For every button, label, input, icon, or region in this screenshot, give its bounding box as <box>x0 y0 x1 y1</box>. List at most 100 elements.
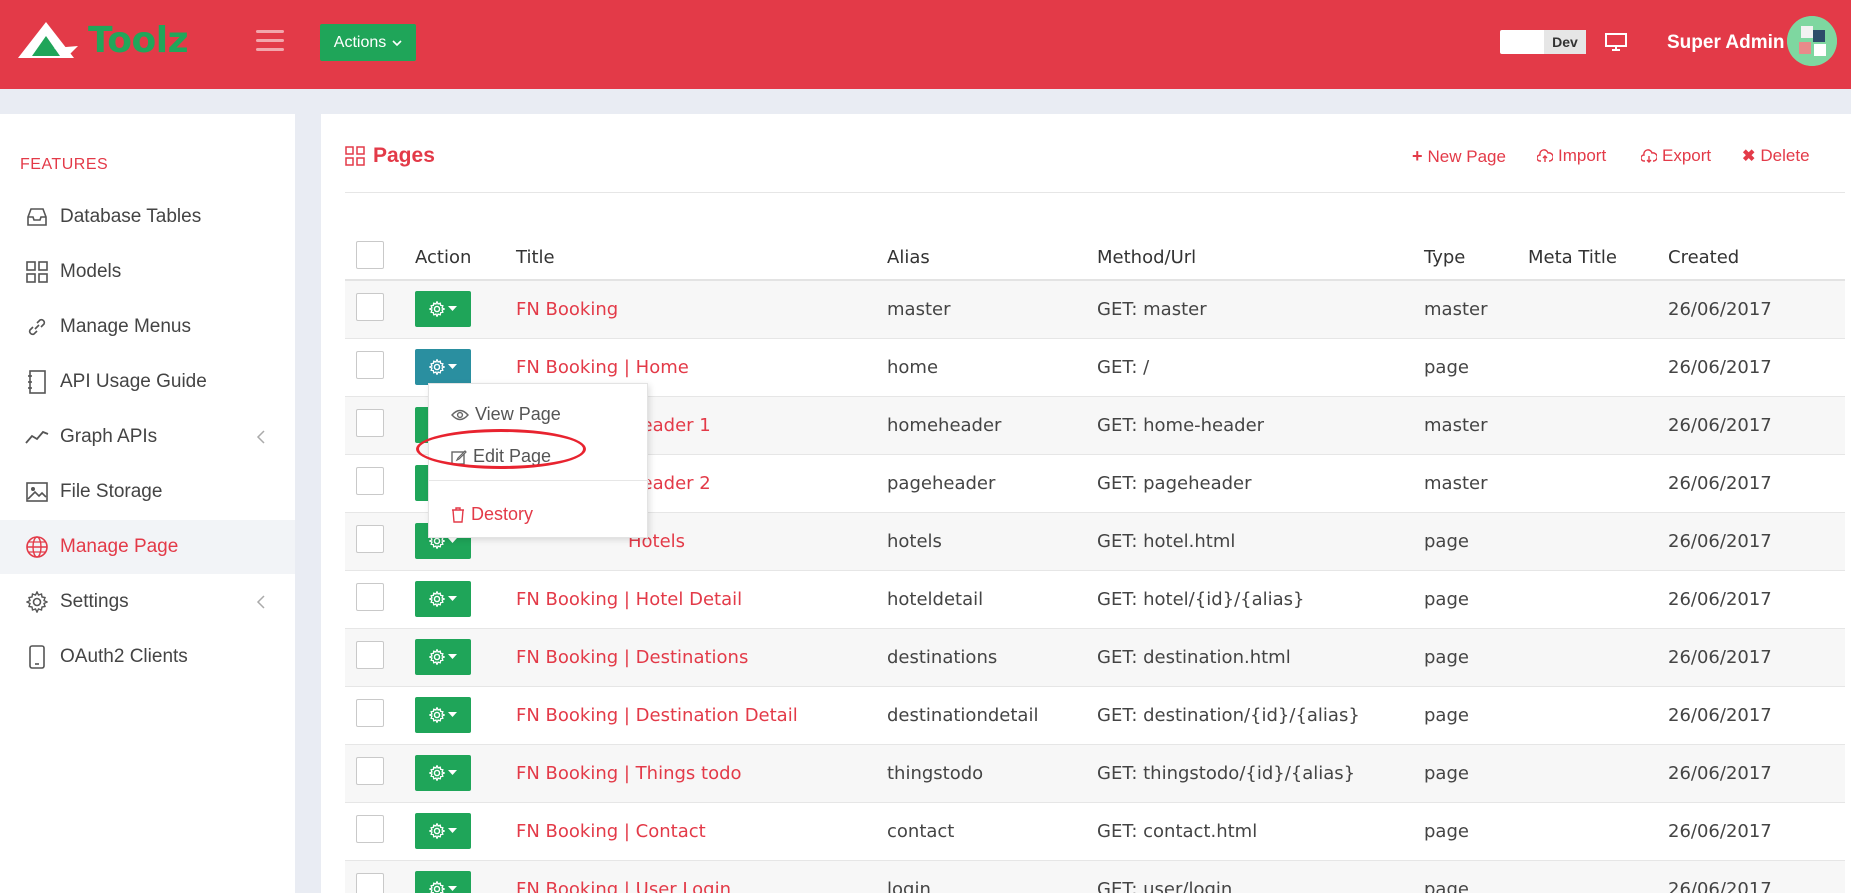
import-button[interactable]: Import <box>1537 146 1606 166</box>
brand-name[interactable]: Toolz <box>88 20 189 61</box>
row-checkbox[interactable] <box>356 640 384 669</box>
row-checkbox[interactable] <box>356 408 384 437</box>
type-cell: page <box>1424 628 1528 687</box>
created-cell: 26/06/2017 <box>1668 454 1845 513</box>
column-header[interactable]: Method/Url <box>1097 222 1424 281</box>
user-name[interactable]: Super Admin <box>1667 32 1785 54</box>
page-title-link[interactable]: FN Booking | Destinations <box>516 628 887 687</box>
view-page-label: View Page <box>475 404 561 424</box>
row-checkbox[interactable] <box>356 350 384 379</box>
row-checkbox[interactable] <box>356 292 384 321</box>
puzzle-avatar-icon <box>1787 16 1837 66</box>
gear-icon <box>429 359 445 375</box>
sidebar-item-label: Models <box>60 261 122 282</box>
sidebar-item-manage-page[interactable]: Manage Page <box>0 520 295 574</box>
type-cell: master <box>1424 280 1528 339</box>
column-header[interactable]: Action <box>415 222 516 281</box>
column-header[interactable]: Alias <box>887 222 1097 281</box>
chevron-left-icon[interactable] <box>255 594 267 610</box>
table-row: FN Booking | Hotel Detail hoteldetail GET:… <box>345 570 1845 629</box>
column-header[interactable]: Meta Title <box>1528 222 1668 281</box>
column-header[interactable]: Title <box>516 222 887 281</box>
method-url-cell: GET: contact.html <box>1097 802 1424 861</box>
column-header[interactable]: Created <box>1668 222 1845 281</box>
actions-label: Actions <box>333 33 387 51</box>
sidebar-item-api-usage-guide[interactable]: API Usage Guide <box>0 355 295 409</box>
sidebar-item-settings[interactable]: Settings <box>0 575 295 629</box>
sidebar-item-label: Manage Menus <box>60 316 191 337</box>
row-checkbox[interactable] <box>356 872 384 893</box>
row-action-button[interactable] <box>415 697 471 733</box>
row-action-button[interactable] <box>415 291 471 328</box>
hamburger-menu-icon[interactable] <box>256 30 284 52</box>
caret-down-icon <box>448 770 457 775</box>
page-title-link[interactable]: FN Booking | User Login <box>516 860 887 893</box>
destroy-menu-item[interactable]: Destory <box>451 504 533 525</box>
alias-cell: thingstodo <box>887 744 1097 803</box>
type-cell: page <box>1424 744 1528 803</box>
sidebar-item-database-tables[interactable]: Database Tables <box>0 190 295 244</box>
gear-icon <box>429 591 445 607</box>
meta-title-cell <box>1528 744 1668 803</box>
environment-toggle[interactable]: Dev <box>1500 30 1586 54</box>
row-checkbox[interactable] <box>356 814 384 843</box>
row-action-button[interactable] <box>415 581 471 617</box>
sidebar-item-oauth2-clients[interactable]: OAuth2 Clients <box>0 630 295 684</box>
row-checkbox[interactable] <box>356 698 384 727</box>
row-checkbox[interactable] <box>356 582 384 611</box>
grid-icon <box>345 146 365 166</box>
meta-title-cell <box>1528 686 1668 745</box>
avatar[interactable] <box>1787 16 1837 66</box>
page-title-link[interactable]: FN Booking | Destination Detail <box>516 686 887 745</box>
sidebar-item-models[interactable]: Models <box>0 245 295 299</box>
gear-icon <box>429 301 445 318</box>
meta-title-cell <box>1528 860 1668 893</box>
column-header[interactable]: Type <box>1424 222 1528 281</box>
row-checkbox[interactable] <box>356 756 384 785</box>
method-url-cell: GET: pageheader <box>1097 454 1424 513</box>
gear-icon <box>429 881 445 893</box>
close-icon: ✖ <box>1742 148 1756 165</box>
actions-dropdown-button[interactable]: Actions <box>320 24 416 61</box>
row-checkbox[interactable] <box>356 466 384 495</box>
alias-cell: pageheader <box>887 454 1097 513</box>
page-title-link[interactable]: FN Booking | Hotel Detail <box>516 570 887 629</box>
row-checkbox[interactable] <box>356 524 384 553</box>
row-action-button[interactable] <box>415 639 471 675</box>
monitor-icon[interactable] <box>1605 32 1627 52</box>
notebook-icon <box>24 369 50 395</box>
sidebar-item-label: File Storage <box>60 481 163 502</box>
new-page-button[interactable]: + New Page <box>1412 146 1506 167</box>
select-all-checkbox[interactable] <box>356 241 384 269</box>
env-label: Dev <box>1544 30 1586 54</box>
export-label: Export <box>1662 146 1712 165</box>
method-url-cell: GET: destination/{id}/{alias} <box>1097 686 1424 745</box>
sidebar-item-manage-menus[interactable]: Manage Menus <box>0 300 295 354</box>
method-url-cell: GET: hotel/{id}/{alias} <box>1097 570 1424 629</box>
type-cell: page <box>1424 802 1528 861</box>
row-action-button[interactable] <box>415 755 471 791</box>
alias-cell: hoteldetail <box>887 570 1097 629</box>
created-cell: 26/06/2017 <box>1668 512 1845 571</box>
line-chart-icon <box>24 424 50 450</box>
page-title-link[interactable]: FN Booking <box>516 280 887 339</box>
method-url-cell: GET: destination.html <box>1097 628 1424 687</box>
type-cell: page <box>1424 860 1528 893</box>
logo-icon[interactable] <box>16 20 78 60</box>
meta-title-cell <box>1528 280 1668 339</box>
row-action-button[interactable] <box>415 813 471 849</box>
export-button[interactable]: Export <box>1641 146 1711 166</box>
page-title-link[interactable]: FN Booking | Contact <box>516 802 887 861</box>
inbox-icon <box>24 204 50 230</box>
chevron-left-icon[interactable] <box>255 429 267 445</box>
table-row: FN Booking | Destinations destinations GET… <box>345 628 1845 687</box>
created-cell: 26/06/2017 <box>1668 628 1845 687</box>
sidebar-item-file-storage[interactable]: File Storage <box>0 465 295 519</box>
row-action-button[interactable] <box>415 349 471 385</box>
grid-icon <box>24 259 50 285</box>
view-page-menu-item[interactable]: View Page <box>451 404 561 425</box>
sidebar-item-graph-apis[interactable]: Graph APIs <box>0 410 295 464</box>
delete-button[interactable]: ✖ Delete <box>1742 146 1810 166</box>
row-action-button[interactable] <box>415 871 471 893</box>
page-title-link[interactable]: FN Booking | Things todo <box>516 744 887 803</box>
